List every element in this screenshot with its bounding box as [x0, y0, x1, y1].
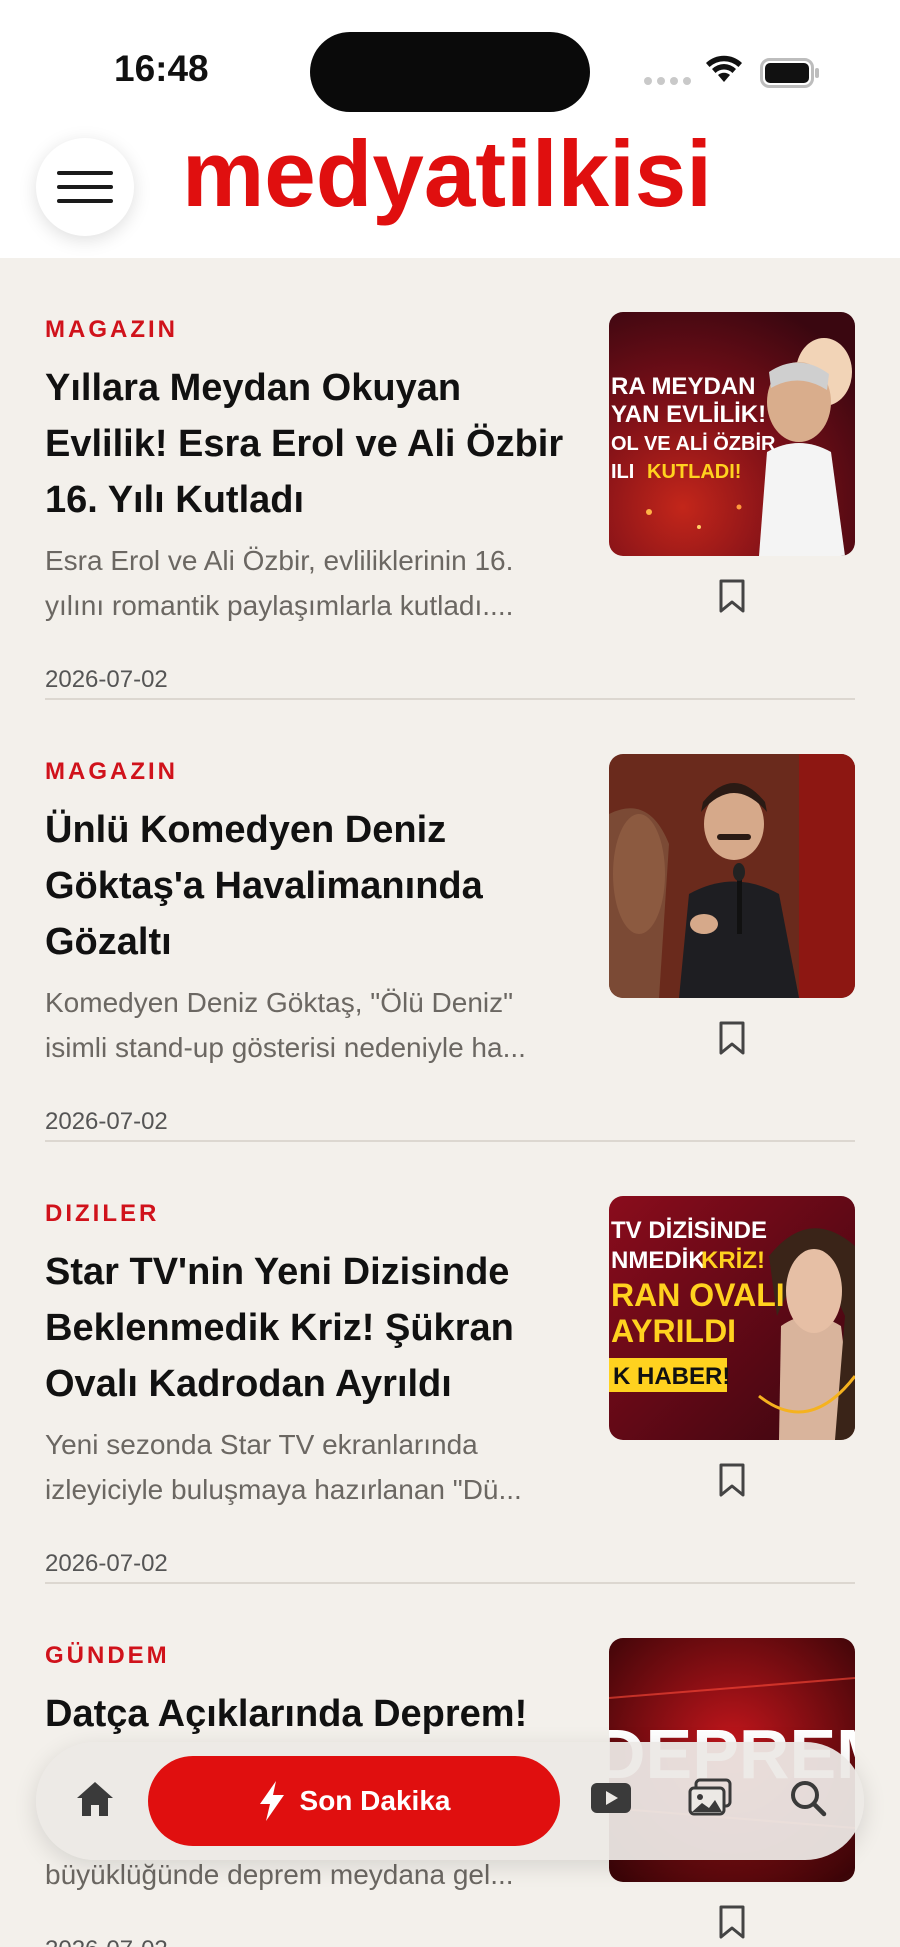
app-header: 16:48 medyatilkisi — [0, 0, 900, 258]
article-summary: Komedyen Deniz Göktaş, "Ölü Deniz" isiml… — [45, 987, 526, 1063]
svg-text:KUTLADI!: KUTLADI! — [647, 461, 741, 483]
article-category[interactable]: GÜNDEM — [45, 1642, 170, 1670]
article-thumbnail[interactable]: RA MEYDAN YAN EVLİLİK! OL VE ALİ ÖZBİR I… — [609, 312, 855, 556]
dynamic-island — [310, 32, 590, 112]
article-title[interactable]: Star TV'nin Yeni Dizisinde Beklenmedik K… — [45, 1244, 585, 1412]
svg-text:medyatilkisi: medyatilkisi — [182, 126, 712, 226]
wifi-icon — [706, 55, 742, 82]
article-date: 2026-07-02 — [45, 1936, 168, 1947]
article-category[interactable]: MAGAZIN — [45, 758, 178, 786]
svg-text:RAN OVALI: RAN OVALI — [611, 1277, 785, 1313]
article-category[interactable]: DIZILER — [45, 1200, 159, 1228]
status-icons — [644, 52, 824, 92]
svg-text:ILI: ILI — [611, 461, 634, 483]
article-title[interactable]: Yıllara Meydan Okuyan Evlilik! Esra Erol… — [45, 360, 585, 528]
article-title[interactable]: Ünlü Komedyen Deniz Göktaş'a Havalimanın… — [45, 802, 585, 970]
hamburger-menu-icon — [57, 171, 113, 203]
bookmark-icon[interactable] — [718, 1904, 746, 1940]
gallery-icon[interactable] — [688, 1778, 734, 1818]
video-icon[interactable] — [590, 1780, 632, 1816]
svg-text:YAN EVLİLİK!: YAN EVLİLİK! — [611, 401, 766, 428]
menu-button[interactable] — [36, 138, 134, 236]
article-date: 2026-07-02 — [45, 666, 168, 693]
article-summary: Yeni sezonda Star TV ekranlarında izleyi… — [45, 1429, 522, 1505]
article-thumbnail[interactable]: TV DİZİSİNDE NMEDİK KRİZ! RAN OVALI AYRI… — [609, 1196, 855, 1440]
svg-text:NMEDİK: NMEDİK — [611, 1247, 706, 1274]
status-time: 16:48 — [114, 48, 209, 89]
article-thumbnail[interactable] — [609, 754, 855, 998]
svg-text:K HABER!: K HABER! — [613, 1363, 730, 1390]
article-summary: Esra Erol ve Ali Özbir, evliliklerinin 1… — [45, 545, 514, 621]
article-date: 2026-07-02 — [45, 1550, 168, 1577]
svg-text:KRİZ!: KRİZ! — [701, 1247, 765, 1274]
search-icon[interactable] — [788, 1778, 828, 1818]
news-card[interactable]: DIZILER Star TV'nin Yeni Dizisinde Bekle… — [45, 1142, 855, 1584]
article-category[interactable]: MAGAZIN — [45, 316, 178, 344]
lightning-icon — [259, 1781, 284, 1821]
article-date: 2026-07-02 — [45, 1108, 168, 1135]
svg-text:TV DİZİSİNDE: TV DİZİSİNDE — [611, 1217, 767, 1244]
svg-text:RA MEYDAN: RA MEYDAN — [611, 373, 755, 400]
svg-text:AYRILDI: AYRILDI — [611, 1313, 736, 1349]
battery-icon — [760, 58, 819, 88]
bookmark-icon[interactable] — [718, 1462, 746, 1498]
bookmark-icon[interactable] — [718, 578, 746, 614]
site-logo[interactable]: medyatilkisi — [182, 126, 722, 238]
news-card[interactable]: MAGAZIN Yıllara Meydan Okuyan Evlilik! E… — [45, 258, 855, 700]
bookmark-icon[interactable] — [718, 1020, 746, 1056]
son-dakika-button[interactable]: Son Dakika — [148, 1756, 560, 1846]
home-icon[interactable] — [74, 1778, 116, 1820]
svg-text:OL VE ALİ ÖZBİR: OL VE ALİ ÖZBİR — [611, 432, 776, 455]
cellular-signal-icon — [644, 77, 691, 85]
bottom-navigation: Son Dakika — [36, 1742, 864, 1860]
news-card[interactable]: MAGAZIN Ünlü Komedyen Deniz Göktaş'a Hav… — [45, 700, 855, 1142]
son-dakika-label: Son Dakika — [299, 1785, 451, 1816]
article-title[interactable]: Datça Açıklarında Deprem! — [45, 1686, 585, 1742]
